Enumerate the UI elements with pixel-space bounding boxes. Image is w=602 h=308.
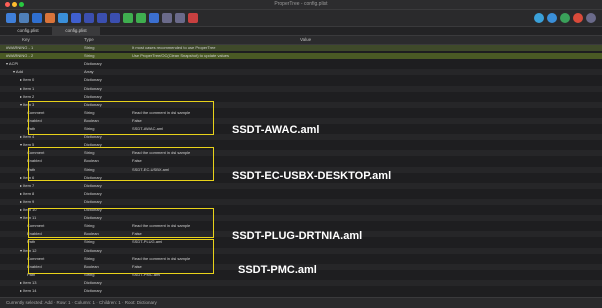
annotation-label: SSDT-PLUG-DRTNIA.aml [232, 230, 363, 242]
row-key: ▸ Item 13 [20, 279, 37, 285]
annotation-box [28, 147, 214, 181]
row-type: Dictionary [84, 61, 102, 67]
tree-row[interactable]: ▸ Item 13 Dictionary [0, 279, 602, 286]
row-type: Array [84, 69, 94, 75]
tree-row[interactable]: ▾ Add Array [0, 69, 602, 76]
annotation-box [28, 101, 214, 135]
red-square-icon[interactable] [188, 13, 198, 23]
tree-row[interactable]: ▸ Item 14 Dictionary [0, 288, 602, 294]
row-key: #WARNING - 1 [6, 45, 34, 50]
tab-config-2[interactable]: config.plist [52, 27, 100, 35]
tree-row[interactable]: ▸ Item 8 Dictionary [0, 191, 602, 197]
row-type: Dictionary [84, 190, 102, 196]
annotation-label: SSDT-AWAC.aml [232, 124, 320, 136]
globe-icon[interactable] [58, 13, 68, 23]
tree-row[interactable]: #WARNING - 2 String Use ProperTree/OC(Clea… [0, 53, 602, 60]
row-key: ▾ ACPI [6, 61, 19, 67]
row-key: ▸ Item 0 [20, 77, 35, 83]
folder-icon[interactable] [19, 13, 29, 23]
row-key: ▸ Item 9 [20, 198, 35, 204]
circle-green-icon-2[interactable] [136, 13, 146, 23]
window-title: ProperTree - config.plist [274, 1, 328, 7]
annotation-box [28, 239, 214, 274]
save-icon[interactable] [32, 13, 42, 23]
row-type: Dictionary [84, 279, 102, 285]
row-type: Dictionary [84, 93, 102, 99]
row-type: Dictionary [84, 288, 102, 293]
row-key: ▸ Item 8 [20, 190, 35, 196]
row-type: Dictionary [84, 77, 102, 83]
grid-icon[interactable] [97, 13, 107, 23]
row-value: Use ProperTree/OC(Clean Snapshot) to upd… [132, 53, 230, 59]
row-key: ▸ Item 14 [20, 288, 37, 293]
app-icon[interactable] [6, 13, 16, 23]
column-header: Key Type Value [0, 36, 602, 45]
arrow-icon[interactable] [162, 13, 172, 23]
row-key: ▸ Item 7 [20, 182, 35, 188]
row-type: String [84, 45, 95, 50]
row-key: ▸ Item 1 [20, 85, 35, 91]
tree-row[interactable]: ▸ Item 1 Dictionary [0, 85, 602, 92]
row-value: It most cases recommended to use ProperT… [132, 45, 216, 50]
value-column-header[interactable]: Value [300, 36, 311, 44]
row-key: ▸ Item 2 [20, 93, 35, 99]
arrow-icon-2[interactable] [175, 13, 185, 23]
tree-row[interactable]: #WARNING - 1 String It most cases recommen… [0, 45, 602, 51]
user-icon[interactable] [45, 13, 55, 23]
tab-config-1[interactable]: config.plist [4, 27, 52, 35]
status-bar: Currently selected: Add · Row: 1 · Colum… [0, 297, 602, 308]
tree-row[interactable]: ▸ Item 2 Dictionary [0, 94, 602, 100]
tree-row[interactable]: ▾ ACPI Dictionary [0, 61, 602, 67]
search-icon[interactable] [547, 13, 557, 23]
type-column-header[interactable]: Type [84, 36, 94, 44]
row-key: #WARNING - 2 [6, 53, 34, 59]
annotation-label: SSDT-EC-USBX-DESKTOP.aml [232, 170, 392, 182]
title-bar: ProperTree - config.plist [0, 0, 602, 10]
toolbar [0, 10, 602, 27]
alert-icon[interactable] [573, 13, 583, 23]
bell-icon[interactable] [586, 13, 596, 23]
tree-row[interactable]: ▸ Item 7 Dictionary [0, 182, 602, 189]
list-icon[interactable] [110, 13, 120, 23]
key-column-header[interactable]: Key [22, 36, 30, 44]
row-type: String [84, 53, 95, 59]
tree-row[interactable]: ▸ Item 0 Dictionary [0, 77, 602, 83]
annotation-box [28, 208, 214, 238]
tree-row[interactable]: ▸ Item 9 Dictionary [0, 198, 602, 205]
circle-green-icon[interactable] [123, 13, 133, 23]
circle-blue-icon[interactable] [149, 13, 159, 23]
square-icon[interactable] [84, 13, 94, 23]
share-icon[interactable] [534, 13, 544, 23]
tab-bar: config.plist config.plist [0, 27, 602, 36]
row-type: Dictionary [84, 85, 102, 91]
annotation-label: SSDT-PMC.aml [238, 264, 317, 276]
row-type: Dictionary [84, 182, 102, 188]
row-type: Dictionary [84, 198, 102, 204]
gear-icon[interactable] [71, 13, 81, 23]
row-key: ▾ Add [13, 69, 24, 75]
info-icon[interactable] [560, 13, 570, 23]
